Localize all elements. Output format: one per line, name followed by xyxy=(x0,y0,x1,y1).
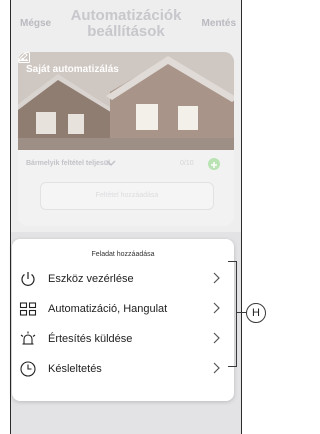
task-item-label: Késleltetés xyxy=(48,363,102,375)
add-condition-button[interactable]: Feltétel hozzáadása xyxy=(40,182,214,210)
top-bar: Mégse Automatizációk beállítások Mentés xyxy=(10,0,242,50)
automation-card: Saját automatizálás Bármelyik feltétel t… xyxy=(18,52,234,226)
plus-icon[interactable] xyxy=(208,158,220,170)
phone-frame-left xyxy=(10,0,11,434)
condition-mode-label: Bármelyik feltétel teljesül xyxy=(26,160,111,167)
sheet-title: Feladat hozzáadása xyxy=(91,251,155,258)
add-task-sheet: Feladat hozzáadása Eszköz vezérlése Auto… xyxy=(12,239,234,401)
task-item-scene[interactable]: Automatizáció, Hangulat xyxy=(12,296,234,322)
image-icon[interactable] xyxy=(18,52,30,63)
task-item-label: Eszköz vezérlése xyxy=(48,273,134,285)
chevron-down-icon xyxy=(106,160,116,167)
power-icon xyxy=(21,272,35,286)
chevron-right-icon xyxy=(213,302,220,314)
task-item-delay[interactable]: Késleltetés xyxy=(12,356,234,382)
callout-marker: H xyxy=(246,303,266,323)
cancel-button[interactable]: Mégse xyxy=(20,18,51,29)
chevron-right-icon xyxy=(213,272,220,284)
callout-bracket xyxy=(228,261,237,367)
cover-image[interactable]: Saját automatizálás xyxy=(18,52,234,150)
condition-selector[interactable]: Bármelyik feltétel teljesül 0/10 xyxy=(26,158,226,172)
clock-icon xyxy=(20,361,36,377)
task-item-notification[interactable]: Értesítés küldése xyxy=(12,326,234,352)
condition-count: 0/10 xyxy=(180,160,194,167)
task-item-label: Értesítés küldése xyxy=(48,333,133,345)
page-title: Automatizációk beállítások xyxy=(70,7,182,40)
task-item-label: Automatizáció, Hangulat xyxy=(48,303,168,315)
automation-name: Saját automatizálás xyxy=(26,64,119,75)
callout-connector xyxy=(236,312,246,313)
chevron-right-icon xyxy=(213,332,220,344)
task-item-device-control[interactable]: Eszköz vezérlése xyxy=(12,266,234,292)
save-button[interactable]: Mentés xyxy=(202,18,236,29)
phone-frame-right xyxy=(241,0,242,434)
chevron-right-icon xyxy=(213,362,220,374)
grid-icon xyxy=(19,302,37,316)
alarm-icon xyxy=(20,331,36,345)
